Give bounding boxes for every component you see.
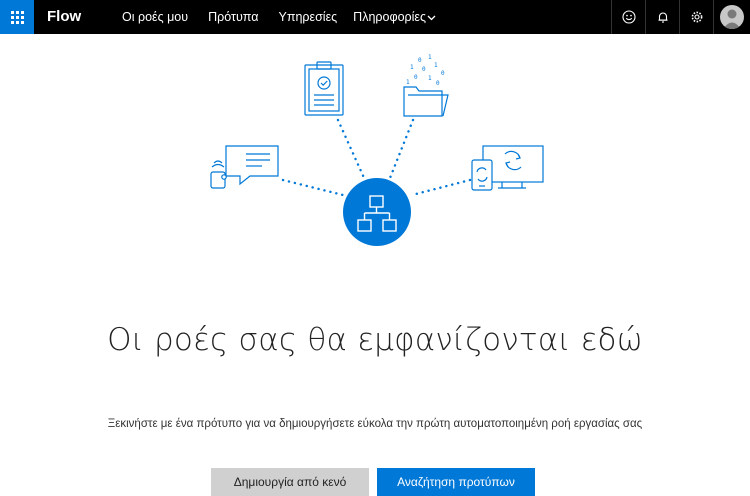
app-title[interactable]: Flow: [47, 0, 81, 34]
bell-icon: [658, 12, 667, 23]
nav-services[interactable]: Υπηρεσίες: [268, 0, 347, 34]
feedback-button[interactable]: [611, 0, 645, 34]
svg-text:0: 0: [418, 57, 422, 64]
nav-templates[interactable]: Πρότυπα: [198, 0, 268, 34]
nav-my-flows-label: Οι ροές μου: [122, 10, 189, 24]
gear-icon: [691, 11, 702, 23]
svg-text:0: 0: [436, 80, 440, 87]
folder-data-icon: 0 1 1 0 1 0 0 1 1 0: [403, 54, 449, 117]
chevron-down-icon: [427, 15, 436, 21]
svg-text:1: 1: [410, 64, 414, 71]
empty-state-description: Ξεκινήστε με ένα πρότυπο για να δημιουργ…: [107, 418, 643, 430]
empty-state-title: Οι ροές σας θα εμφανίζονται εδώ: [107, 322, 643, 358]
chat-device-icon: [210, 145, 279, 189]
header-actions: [611, 0, 750, 34]
svg-text:1: 1: [406, 79, 410, 86]
app-launcher-button[interactable]: [0, 0, 34, 34]
svg-text:0: 0: [422, 66, 426, 73]
devices-sync-icon: [471, 145, 544, 191]
search-templates-button[interactable]: Αναζήτηση προτύπων: [377, 468, 535, 496]
create-blank-button[interactable]: Δημιουργία από κενό: [211, 468, 369, 496]
nav-learn-label: Πληροφορίες: [353, 10, 427, 24]
clipboard-icon: [304, 61, 344, 116]
svg-text:0: 0: [441, 70, 445, 77]
waffle-icon: [10, 10, 24, 24]
hierarchy-hub-icon: [343, 178, 411, 246]
nav-my-flows[interactable]: Οι ροές μου: [112, 0, 198, 34]
svg-text:1: 1: [428, 75, 432, 82]
settings-button[interactable]: [679, 0, 713, 34]
top-bar: Flow Οι ροές μου Πρότυπα Υπηρεσίες Πληρο…: [0, 0, 750, 34]
person-icon: [723, 9, 741, 29]
svg-text:1: 1: [428, 54, 432, 61]
avatar: [720, 5, 744, 29]
nav-services-label: Υπηρεσίες: [278, 10, 338, 24]
smiley-icon: [621, 10, 636, 24]
nav-templates-label: Πρότυπα: [208, 10, 259, 24]
nav-learn[interactable]: Πληροφορίες: [347, 0, 446, 34]
notifications-button[interactable]: [645, 0, 679, 34]
flows-illustration: 0 1 1 0 1 0 0 1 1 0: [210, 54, 544, 246]
svg-text:1: 1: [434, 62, 438, 69]
profile-button[interactable]: [713, 0, 750, 34]
main-nav: Οι ροές μου Πρότυπα Υπηρεσίες Πληροφορίε…: [112, 0, 446, 34]
svg-text:0: 0: [414, 74, 418, 81]
